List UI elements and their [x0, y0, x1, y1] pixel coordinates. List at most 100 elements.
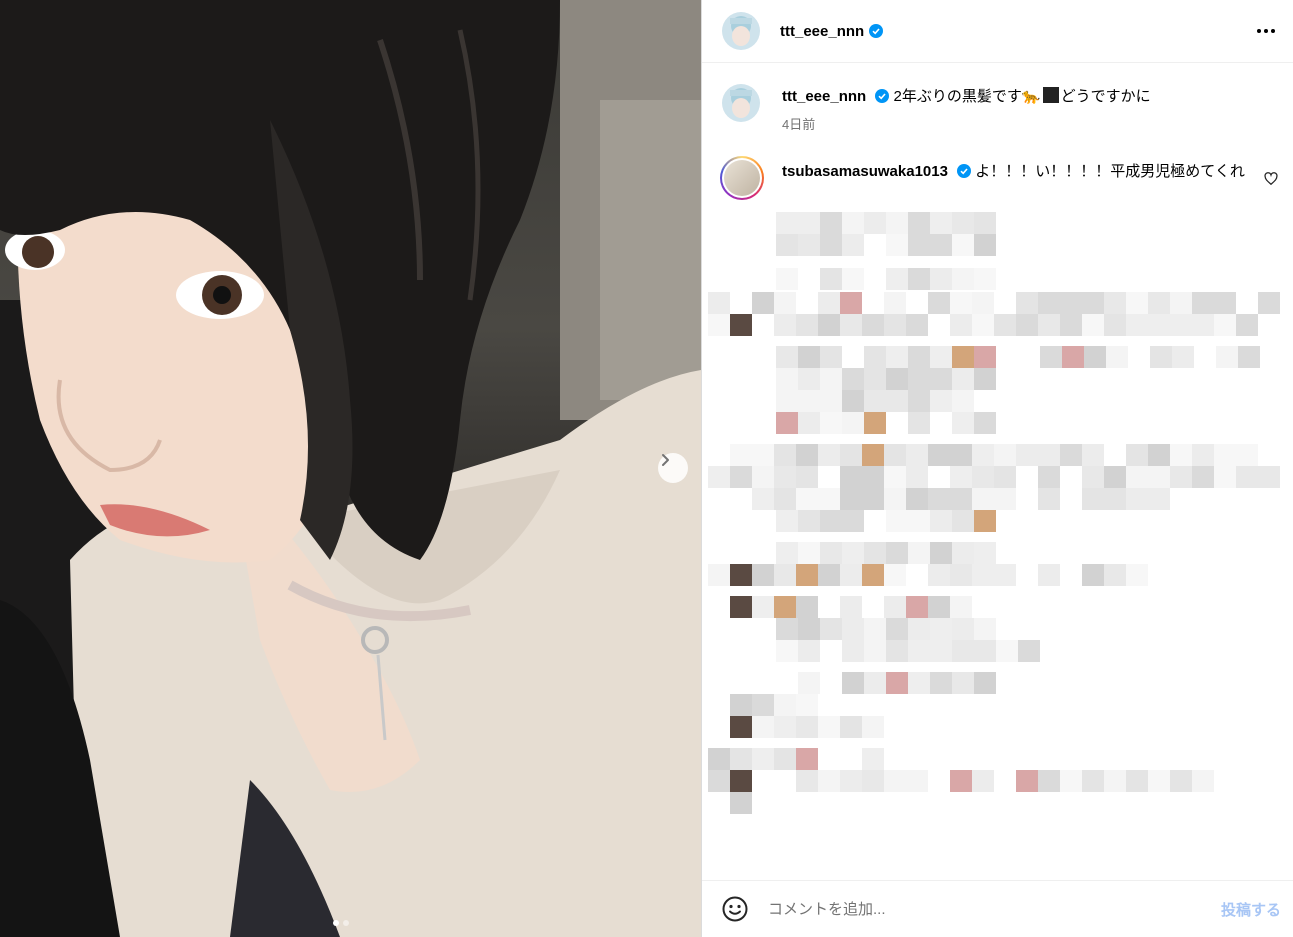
mosaic-block — [796, 694, 818, 716]
mosaic-block — [1192, 466, 1214, 488]
post-comment-button[interactable]: 投稿する — [1221, 899, 1281, 920]
mosaic-block — [974, 346, 996, 368]
mosaic-block — [842, 390, 864, 412]
mosaic-block — [1170, 466, 1192, 488]
mosaic-block — [774, 716, 796, 738]
mosaic-block — [952, 672, 974, 694]
mosaic-block — [928, 444, 950, 466]
mosaic-block — [798, 618, 820, 640]
mosaic-block — [930, 640, 952, 662]
mosaic-block — [972, 488, 994, 510]
mosaic-block — [1016, 314, 1038, 336]
verified-badge-icon — [957, 164, 972, 178]
mosaic-block — [1082, 770, 1104, 792]
mosaic-block — [820, 542, 842, 564]
mosaic-block — [774, 596, 796, 618]
mosaic-block — [862, 444, 884, 466]
mosaic-block — [818, 292, 840, 314]
commenter-username[interactable]: tsubasamasuwaka1013 — [782, 163, 948, 180]
mosaic-block — [950, 596, 972, 618]
mosaic-block — [886, 212, 908, 234]
mosaic-block — [994, 314, 1016, 336]
mosaic-block — [1084, 346, 1106, 368]
mosaic-block — [1236, 466, 1258, 488]
mosaic-block — [974, 368, 996, 390]
mosaic-block — [908, 672, 930, 694]
mosaic-block — [1104, 488, 1126, 510]
mosaic-block — [974, 672, 996, 694]
mosaic-block — [1060, 770, 1082, 792]
mosaic-block — [776, 412, 798, 434]
mosaic-block — [862, 748, 884, 770]
mosaic-block — [840, 770, 862, 792]
mosaic-block — [730, 792, 752, 814]
more-options-icon[interactable] — [1255, 20, 1277, 47]
mosaic-block — [952, 412, 974, 434]
mosaic-block — [774, 694, 796, 716]
emoji-icon[interactable] — [722, 896, 748, 922]
mosaic-block — [1104, 466, 1126, 488]
mosaic-block — [820, 618, 842, 640]
mosaic-block — [908, 346, 930, 368]
author-username[interactable]: ttt_eee_nnn — [780, 23, 864, 40]
heart-icon[interactable] — [1264, 172, 1278, 191]
mosaic-block — [886, 390, 908, 412]
mosaic-block — [840, 314, 862, 336]
caption-username[interactable]: ttt_eee_nnn — [782, 88, 866, 105]
mosaic-block — [864, 672, 886, 694]
mosaic-block — [1104, 292, 1126, 314]
mosaic-block — [862, 716, 884, 738]
mosaic-block — [820, 268, 842, 290]
mosaic-block — [1038, 466, 1060, 488]
mosaic-block — [798, 234, 820, 256]
verified-badge-icon — [869, 24, 884, 38]
mosaic-block — [1038, 488, 1060, 510]
mosaic-block — [952, 390, 974, 412]
mosaic-block — [864, 346, 886, 368]
mosaic-block — [1126, 488, 1148, 510]
mosaic-block — [796, 466, 818, 488]
comment-input[interactable] — [768, 900, 1188, 918]
mosaic-block — [884, 564, 906, 586]
mosaic-block — [886, 542, 908, 564]
mosaic-block — [818, 314, 840, 336]
mosaic-block — [906, 596, 928, 618]
caption-timestamp[interactable]: 4日前 — [782, 114, 1282, 136]
carousel-dot — [343, 920, 349, 926]
mosaic-block — [930, 368, 952, 390]
mosaic-block — [730, 444, 752, 466]
mosaic-block — [774, 444, 796, 466]
mosaic-block — [862, 488, 884, 510]
comment-composer: 投稿する — [702, 880, 1293, 937]
mosaic-block — [994, 466, 1016, 488]
mosaic-block — [796, 716, 818, 738]
carousel-indicator — [333, 920, 349, 926]
mosaic-block — [1038, 444, 1060, 466]
mosaic-block — [1082, 292, 1104, 314]
mosaic-block — [730, 564, 752, 586]
mosaic-block — [796, 770, 818, 792]
mosaic-block — [952, 268, 974, 290]
mosaic-block — [820, 368, 842, 390]
caption-avatar[interactable] — [722, 84, 760, 122]
mosaic-block — [886, 640, 908, 662]
mosaic-block — [952, 542, 974, 564]
mosaic-block — [840, 564, 862, 586]
mosaic-block — [774, 314, 796, 336]
post-photo[interactable] — [0, 0, 701, 937]
mosaic-block — [1060, 314, 1082, 336]
mosaic-block — [796, 596, 818, 618]
commenter-avatar-story-ring[interactable] — [720, 156, 764, 200]
mosaic-block — [1016, 444, 1038, 466]
mosaic-block — [930, 672, 952, 694]
mosaic-block — [930, 510, 952, 532]
carousel-next-button[interactable] — [658, 453, 688, 483]
mosaic-block — [776, 234, 798, 256]
author-avatar[interactable] — [722, 12, 760, 50]
mosaic-block — [950, 564, 972, 586]
mosaic-block — [862, 770, 884, 792]
mosaic-block — [820, 390, 842, 412]
mosaic-block — [776, 368, 798, 390]
mosaic-block — [842, 212, 864, 234]
post-caption: ttt_eee_nnn 2年ぶりの黒髪です🐆 どうですかに 4日前 — [722, 84, 1282, 136]
